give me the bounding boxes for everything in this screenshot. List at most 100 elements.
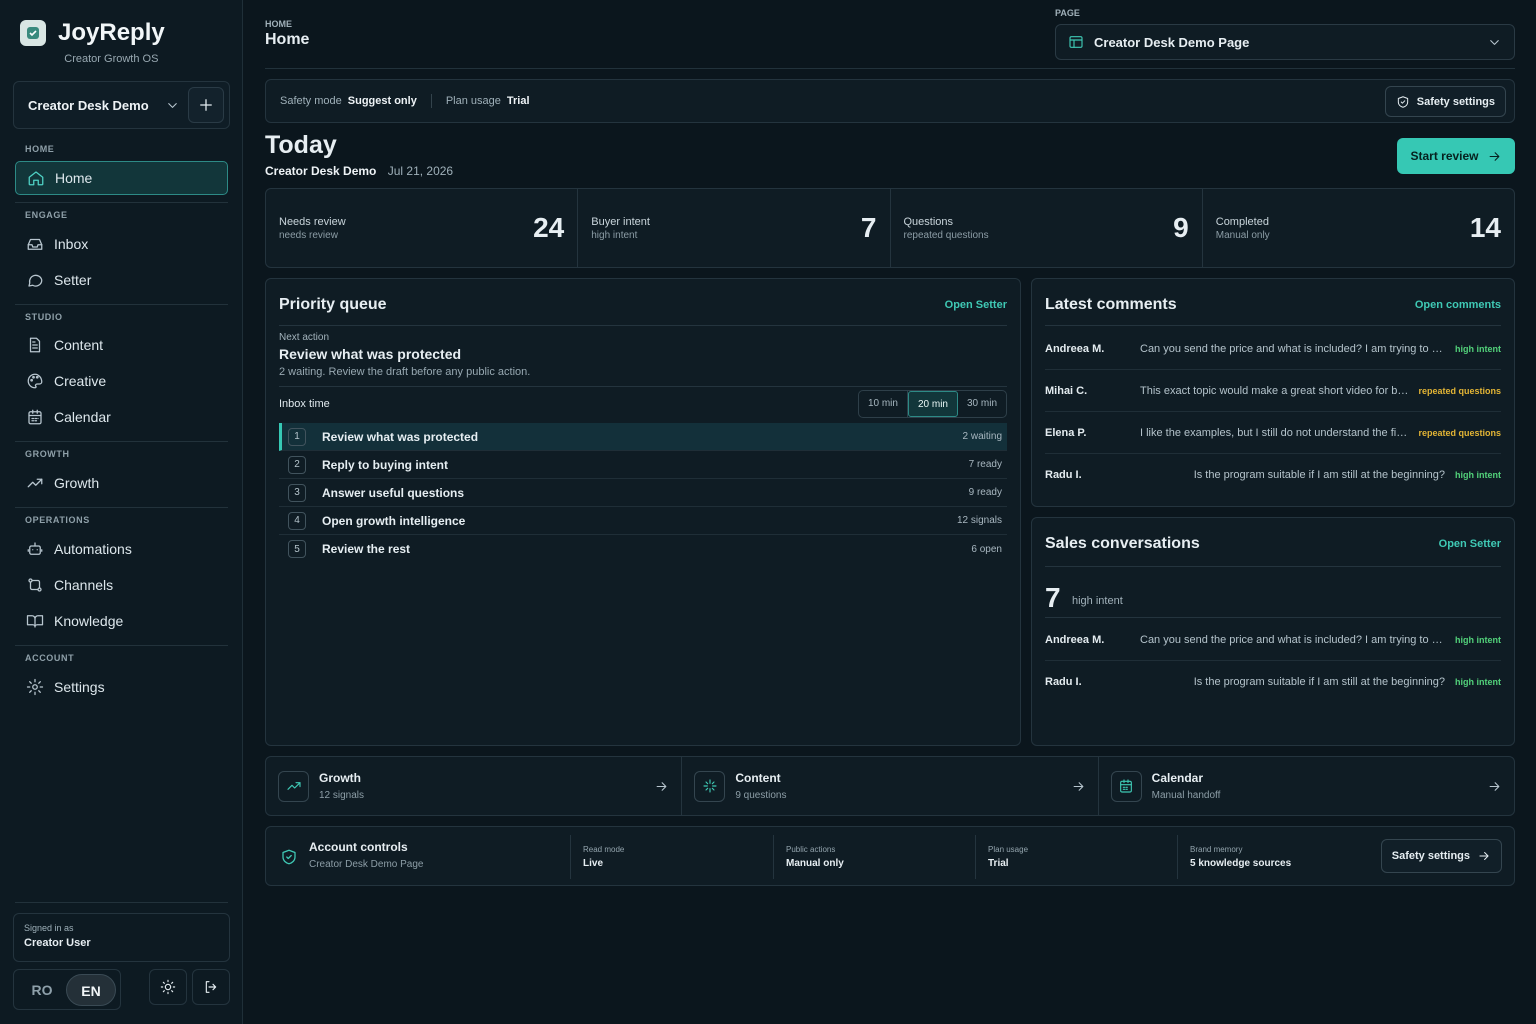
sidebar-item-knowledge[interactable]: Knowledge: [15, 604, 228, 638]
time-option-10[interactable]: 10 min: [859, 391, 908, 417]
queue-text: Review what was protected: [322, 429, 479, 444]
queue-number: 3: [288, 483, 306, 502]
channels-icon: [28, 578, 42, 592]
sidebar-item-home[interactable]: Home: [15, 161, 228, 195]
nav-section-growth: GROWTH: [25, 449, 70, 459]
queue-count: 12 signals: [956, 515, 1002, 526]
add-workspace-button[interactable]: [188, 87, 224, 123]
stat-value: 7: [860, 212, 877, 243]
account-controls-sub: Creator Desk Demo Page: [309, 859, 424, 870]
queue-row[interactable]: 5 Review the rest 6 open: [279, 535, 1007, 563]
control-value: Manual only: [786, 858, 844, 869]
control-key: Brand memory: [1190, 845, 1243, 854]
book-open-icon: [26, 615, 44, 628]
comment-row[interactable]: Radu I. Is the program suitable if I am …: [1045, 454, 1501, 496]
app-logo-icon: [20, 20, 46, 46]
card-title: Priority queue: [279, 296, 387, 313]
intent-tag: repeated questions: [1418, 427, 1501, 438]
control-public-actions: Public actions Manual only: [773, 835, 844, 879]
stat-card[interactable]: Completed Manual only 14: [1203, 189, 1514, 267]
stats-row: Needs review needs review 24 Buyer inten…: [265, 188, 1515, 268]
stat-card[interactable]: Buyer intent high intent 7: [578, 189, 891, 267]
divider: [15, 304, 228, 305]
queue-row[interactable]: 2 Reply to buying intent 7 ready: [279, 451, 1007, 479]
open-setter-link[interactable]: Open Setter: [1439, 538, 1501, 550]
theme-toggle-button[interactable]: [149, 969, 187, 1005]
divider: [15, 902, 228, 903]
sales-count-label: high intent: [1072, 595, 1123, 607]
sidebar-item-calendar[interactable]: Calendar: [15, 400, 228, 434]
sales-row[interactable]: Radu I. Is the program suitable if I am …: [1045, 661, 1501, 703]
safety-settings-button[interactable]: Safety settings: [1380, 839, 1502, 873]
comment-text: Can you send the price and what is inclu…: [1140, 342, 1455, 355]
control-value: 5 knowledge sources: [1190, 858, 1292, 869]
next-action-label: Next action: [279, 332, 330, 343]
start-review-button[interactable]: Start review: [1397, 138, 1515, 174]
sidebar-item-content[interactable]: Content: [15, 328, 228, 362]
stat-value: 24: [533, 212, 565, 243]
comment-text: I like the examples, but I still do not …: [1140, 426, 1419, 439]
user-name: Creator User: [24, 937, 91, 949]
arrow-right-icon: [1479, 852, 1489, 860]
sidebar-item-channels[interactable]: Channels: [15, 568, 228, 602]
workspace-switcher[interactable]: Creator Desk Demo: [13, 81, 230, 129]
control-key: Public actions: [786, 845, 836, 854]
stat-sub: high intent: [591, 230, 638, 241]
shortcut-growth[interactable]: Growth 12 signals: [266, 757, 683, 815]
app-name: JoyReply: [58, 19, 165, 46]
calendar-icon: [1110, 770, 1142, 802]
sales-row[interactable]: Andreea M. Can you send the price and wh…: [1045, 619, 1501, 661]
sidebar-item-setter[interactable]: Setter: [15, 263, 228, 297]
next-action-desc: 2 waiting. Review the draft before any p…: [279, 366, 531, 378]
time-option-20[interactable]: 20 min: [907, 391, 958, 417]
divider: [1045, 325, 1501, 326]
shortcut-content[interactable]: Content 9 questions: [682, 757, 1099, 815]
today-subtitle: Creator Desk Demo Jul 21, 2026: [265, 164, 453, 178]
control-read-mode: Read mode Live: [570, 835, 624, 879]
priority-queue-card: Priority queue Open Setter Next action R…: [265, 278, 1021, 746]
sidebar-item-label: Inbox: [54, 236, 89, 252]
brand[interactable]: JoyReply Creator Growth OS: [20, 20, 165, 65]
safety-settings-button[interactable]: Safety settings: [1384, 86, 1506, 117]
time-option-30[interactable]: 30 min: [958, 391, 1006, 417]
comment-row[interactable]: Andreea M. Can you send the price and wh…: [1045, 328, 1501, 370]
queue-row[interactable]: 3 Answer useful questions 9 ready: [279, 479, 1007, 507]
queue-number: 5: [288, 540, 306, 558]
intent-tag: high intent: [1455, 343, 1501, 354]
arrow-right-icon: [656, 781, 667, 791]
next-action-title: Review what was protected: [279, 346, 462, 362]
stat-card[interactable]: Needs review needs review 24: [266, 189, 579, 267]
shield-icon: [1397, 95, 1408, 108]
language-toggle[interactable]: RO EN: [13, 969, 121, 1010]
logout-button[interactable]: [192, 969, 230, 1005]
page-select-label: PAGE: [1055, 8, 1080, 18]
comment-text: Is the program suitable if I am still at…: [1193, 469, 1445, 481]
open-setter-link[interactable]: Open Setter: [945, 299, 1007, 311]
workspace-name: Creator Desk Demo: [28, 97, 149, 113]
shortcut-calendar[interactable]: Calendar Manual handoff: [1099, 757, 1514, 815]
sidebar-item-automations[interactable]: Automations: [15, 532, 228, 566]
gear-icon: [26, 678, 44, 696]
sidebar-item-inbox[interactable]: Inbox: [15, 227, 228, 261]
sidebar-item-settings[interactable]: Settings: [15, 670, 228, 704]
chat-bubble-icon: [28, 274, 43, 287]
sidebar-item-growth[interactable]: Growth: [15, 466, 228, 500]
open-comments-link[interactable]: Open comments: [1415, 299, 1501, 311]
account-controls: Account controls Creator Desk Demo Page …: [265, 826, 1515, 886]
latest-comments-card: Latest comments Open comments Andreea M.…: [1031, 278, 1515, 507]
comment-row[interactable]: Elena P. I like the examples, but I stil…: [1045, 412, 1501, 454]
stat-card[interactable]: Questions repeated questions 9: [891, 189, 1203, 267]
queue-row[interactable]: 4 Open growth intelligence 12 signals: [279, 507, 1007, 535]
lang-ro-button[interactable]: RO: [18, 982, 66, 998]
logout-icon: [205, 981, 217, 993]
stat-label: Completed: [1215, 216, 1269, 228]
page-select[interactable]: Creator Desk Demo Page: [1055, 24, 1515, 60]
queue-row[interactable]: 1 Review what was protected 2 waiting: [279, 423, 1007, 451]
trend-up-icon: [27, 478, 43, 488]
comment-row[interactable]: Mihai C. This exact topic would make a g…: [1045, 370, 1501, 412]
lang-en-button[interactable]: EN: [66, 973, 116, 1006]
queue-text: Review the rest: [322, 542, 411, 556]
sparkle-icon: [694, 770, 726, 802]
sidebar-item-creative[interactable]: Creative: [15, 364, 228, 398]
page-select-value: Creator Desk Demo Page: [1094, 34, 1250, 50]
